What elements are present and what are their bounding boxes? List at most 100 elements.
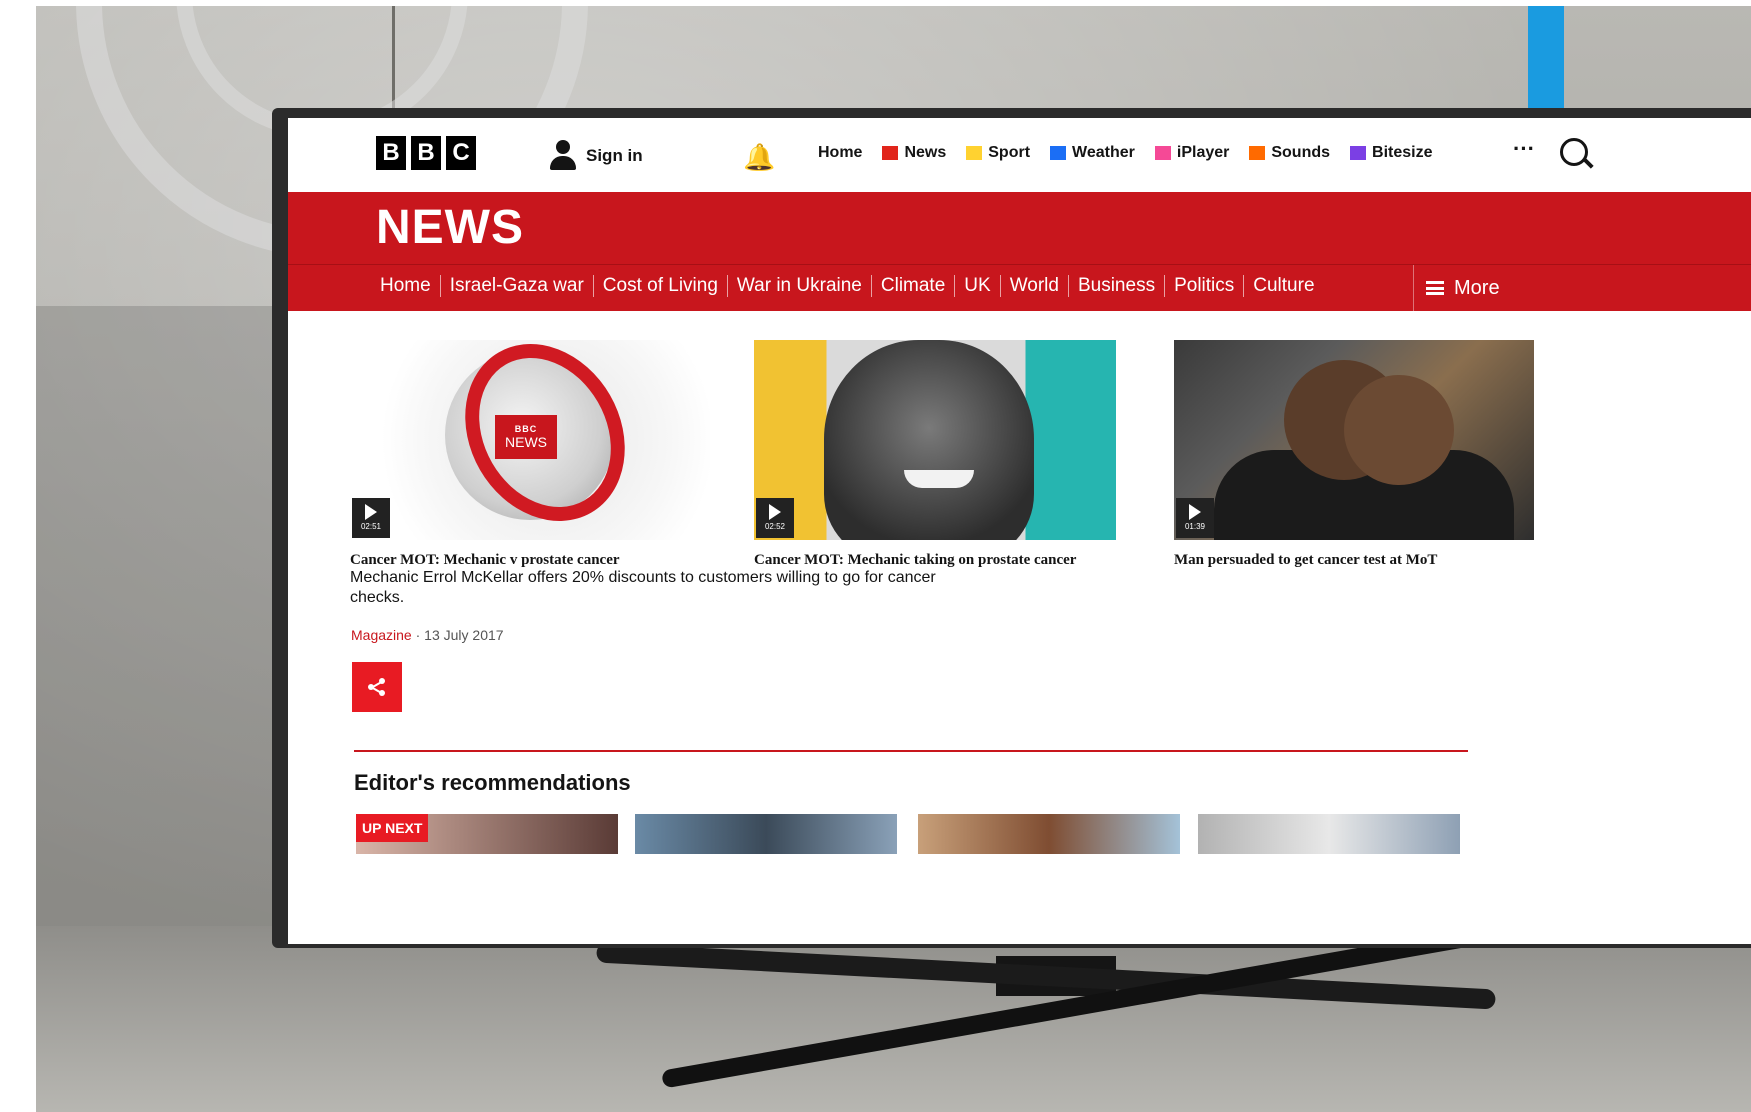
sub-nav-item[interactable]: Israel-Gaza war	[450, 275, 584, 297]
divider	[954, 275, 956, 297]
sub-nav-item[interactable]: Business	[1078, 275, 1155, 297]
video-card[interactable]: 01:39 Man persuaded to get cancer test a…	[1174, 340, 1534, 569]
top-nav-label: Weather	[1072, 144, 1135, 161]
top-nav-sounds[interactable]: Sounds	[1249, 144, 1330, 162]
sign-in-label: Sign in	[586, 146, 643, 165]
top-nav-iplayer[interactable]: iPlayer	[1154, 144, 1230, 162]
editors-recommendations-heading: Editor's recommendations	[354, 770, 631, 795]
video-duration: 01:39	[1184, 522, 1206, 531]
top-nav-label: Bitesize	[1372, 144, 1433, 161]
more-options-button[interactable]: ···	[1513, 136, 1535, 162]
logo-letter: B	[376, 136, 406, 170]
recommendation-card[interactable]	[635, 814, 897, 854]
news-sub-nav: Home Israel-Gaza war Cost of Living War …	[288, 264, 1751, 311]
play-button[interactable]: 01:39	[1176, 498, 1214, 538]
video-card[interactable]: 02:52 Cancer MOT: Mechanic taking on pro…	[754, 340, 1116, 569]
video-caption[interactable]: Cancer MOT: Mechanic taking on prostate …	[754, 552, 1116, 569]
recommendation-card[interactable]	[918, 814, 1180, 854]
bbc-news-badge: BBC NEWS	[495, 415, 557, 459]
news-header: NEWS	[288, 192, 1751, 264]
top-nav-label: iPlayer	[1176, 144, 1230, 161]
divider	[1243, 275, 1245, 297]
top-nav-weather[interactable]: Weather	[1050, 144, 1135, 162]
sign-in-link[interactable]: Sign in	[550, 140, 643, 172]
head-graphic	[1344, 375, 1454, 485]
video-caption[interactable]: Cancer MOT: Mechanic v prostate cancer	[350, 552, 710, 569]
video-duration: 02:52	[764, 522, 786, 531]
smile-graphic	[904, 470, 974, 488]
sub-nav-item[interactable]: Politics	[1174, 275, 1234, 297]
sub-nav-item[interactable]: Home	[380, 275, 431, 297]
top-nav-home[interactable]: Home	[818, 144, 862, 162]
blue-stripe	[1528, 6, 1564, 116]
top-nav: Home News Sport Weather iPlayer Sounds B…	[818, 144, 1433, 162]
news-title[interactable]: NEWS	[376, 200, 524, 255]
share-button[interactable]	[352, 662, 402, 712]
video-card[interactable]: BBC NEWS 02:51 Cancer MOT: Mechanic v pr…	[350, 340, 710, 569]
up-next-badge: UP NEXT	[356, 814, 429, 842]
top-nav-label: Sport	[988, 144, 1031, 161]
divider	[592, 275, 594, 297]
bitesize-mark-icon	[1350, 146, 1367, 160]
video-duration: 02:51	[360, 522, 382, 531]
more-menu-button[interactable]: More	[1413, 265, 1500, 311]
play-icon	[769, 504, 781, 520]
sub-nav-item[interactable]: UK	[964, 275, 990, 297]
bbc-logo[interactable]: B B C	[376, 136, 476, 170]
play-button[interactable]: 02:51	[352, 498, 390, 538]
recommendation-card[interactable]: UP NEXT	[356, 814, 618, 854]
news-mark-icon	[882, 146, 899, 160]
top-nav-label: Home	[818, 144, 863, 161]
top-nav-bitesize[interactable]: Bitesize	[1350, 144, 1433, 162]
divider	[999, 275, 1001, 297]
video-thumbnail[interactable]: BBC NEWS 02:51	[350, 340, 710, 540]
top-nav-label: Sounds	[1271, 144, 1331, 161]
sport-mark-icon	[966, 146, 983, 160]
divider	[870, 275, 872, 297]
hamburger-icon	[1426, 281, 1444, 295]
video-thumbnail[interactable]: 02:52	[754, 340, 1116, 540]
recommendation-card[interactable]	[1198, 814, 1460, 854]
article-meta: Magazine · 13 July 2017	[351, 627, 504, 643]
meta-separator: ·	[415, 627, 421, 643]
play-icon	[365, 504, 377, 520]
sub-nav-item[interactable]: Culture	[1253, 275, 1314, 297]
sub-nav-item[interactable]: Cost of Living	[603, 275, 718, 297]
sub-nav-item[interactable]: World	[1010, 275, 1059, 297]
top-nav-sport[interactable]: Sport	[966, 144, 1030, 162]
portrait-graphic	[824, 340, 1034, 540]
wall-shadow	[36, 306, 296, 926]
badge-news: NEWS	[505, 434, 547, 450]
top-nav-label: News	[904, 144, 947, 161]
article-summary: Mechanic Errol McKellar offers 20% disco…	[350, 569, 936, 606]
bell-icon[interactable]: 🔔	[743, 142, 775, 173]
tv-screen: B B C Sign in 🔔 Home News Sport Weather …	[288, 118, 1751, 944]
divider	[439, 275, 441, 297]
play-icon	[1189, 504, 1201, 520]
main-content: BBC NEWS 02:51 Cancer MOT: Mechanic v pr…	[288, 310, 1751, 944]
divider	[1067, 275, 1069, 297]
badge-bbc: BBC	[514, 424, 538, 434]
search-icon[interactable]	[1560, 138, 1588, 166]
share-icon	[367, 677, 387, 697]
logo-letter: C	[446, 136, 476, 170]
video-caption[interactable]: Man persuaded to get cancer test at MoT	[1174, 552, 1534, 569]
logo-letter: B	[411, 136, 441, 170]
sounds-mark-icon	[1249, 146, 1266, 160]
article-category[interactable]: Magazine	[351, 627, 412, 643]
weather-mark-icon	[1050, 146, 1067, 160]
floor	[36, 926, 1751, 1112]
video-thumbnail[interactable]: 01:39	[1174, 340, 1534, 540]
divider	[726, 275, 728, 297]
sub-nav-item[interactable]: War in Ukraine	[737, 275, 862, 297]
sub-nav-item[interactable]: Climate	[881, 275, 945, 297]
iplayer-mark-icon	[1154, 146, 1171, 160]
play-button[interactable]: 02:52	[756, 498, 794, 538]
article-date: 13 July 2017	[424, 627, 504, 643]
section-divider	[354, 750, 1468, 752]
top-nav-news[interactable]: News	[882, 144, 946, 162]
person-icon	[550, 140, 576, 172]
more-label: More	[1454, 276, 1500, 299]
divider	[1164, 275, 1166, 297]
sub-nav-list: Home Israel-Gaza war Cost of Living War …	[380, 275, 1315, 297]
